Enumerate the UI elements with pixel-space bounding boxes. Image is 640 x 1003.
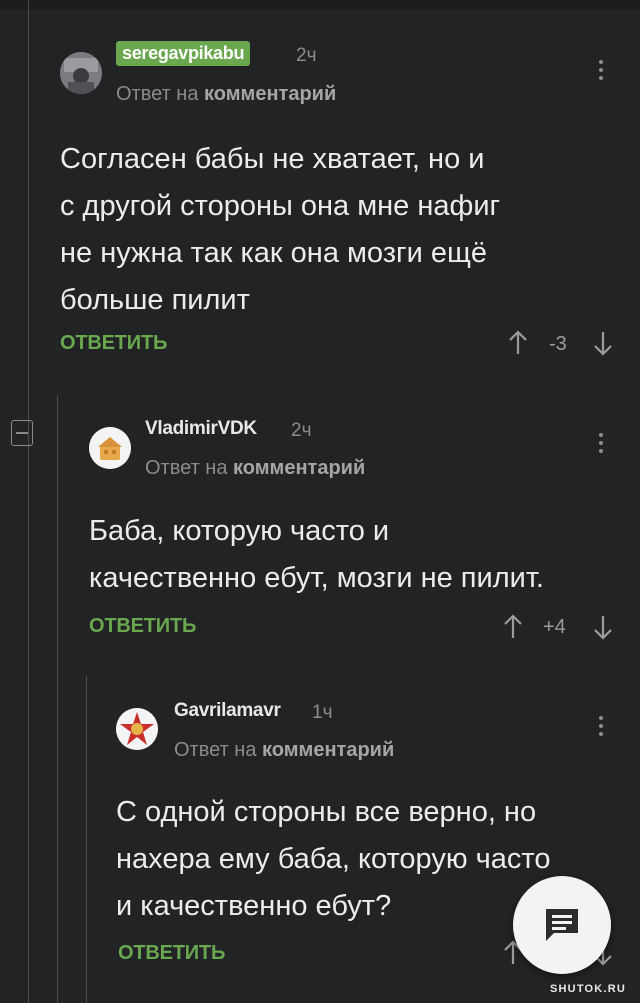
reply-to-link[interactable]: Ответ на комментарий [116, 83, 336, 106]
timestamp: 2ч [291, 420, 312, 441]
thread-line-level-1 [57, 395, 58, 1003]
comment-line: нахера ему баба, которую часто [116, 843, 551, 875]
arrow-up-icon[interactable] [503, 614, 523, 640]
timestamp: 2ч [296, 45, 317, 66]
arrow-up-icon[interactable] [508, 330, 528, 356]
reply-to-target[interactable]: комментарий [262, 739, 394, 761]
reply-to-link[interactable]: Ответ на комментарий [174, 739, 394, 762]
avatar-image [60, 52, 102, 94]
reply-to-prefix: Ответ на [145, 457, 228, 479]
reply-to-prefix: Ответ на [116, 83, 199, 105]
rating: +4 [543, 616, 566, 638]
comment-body: Баба, которую часто и качественно ебут, … [89, 508, 544, 602]
reply-button[interactable]: ОТВЕТИТЬ [60, 332, 167, 355]
thread-line-level-2 [86, 676, 87, 1003]
username[interactable]: VladimirVDK [145, 418, 257, 440]
watermark: SHUTOK.RU [550, 983, 626, 995]
reply-to-prefix: Ответ на [174, 739, 257, 761]
rating: -3 [549, 333, 567, 355]
avatar[interactable] [116, 708, 158, 750]
comment-body: Согласен бабы не хватает, но и с другой … [60, 136, 500, 324]
comment-line: больше пилит [60, 284, 250, 316]
comment-line: С одной стороны все верно, но [116, 796, 537, 828]
top-divider [0, 0, 640, 10]
comment-line: качественно ебут, мозги не пилит. [89, 562, 544, 594]
thread-line-level-0 [28, 0, 29, 1003]
comment-line: с другой стороны она мне нафиг [60, 190, 501, 222]
comment-fab-button[interactable] [513, 876, 611, 974]
reply-to-link[interactable]: Ответ на комментарий [145, 457, 365, 480]
comment-line: Баба, которую часто и [89, 515, 390, 547]
reply-to-target[interactable]: комментарий [233, 457, 365, 479]
more-vertical-icon[interactable] [598, 433, 604, 457]
avatar[interactable] [89, 427, 131, 469]
more-vertical-icon[interactable] [598, 60, 604, 84]
reply-to-target[interactable]: комментарий [204, 83, 336, 105]
timestamp: 1ч [312, 702, 333, 723]
avatar-image [89, 427, 131, 469]
chat-bubble-icon [546, 909, 578, 941]
arrow-down-icon[interactable] [593, 614, 613, 640]
comment-line: не нужна так как она мозги ещё [60, 237, 487, 269]
reply-button[interactable]: ОТВЕТИТЬ [89, 615, 196, 638]
minus-square-icon[interactable] [11, 420, 33, 446]
username[interactable]: Gavrilamavr [174, 700, 281, 722]
comment-body: С одной стороны все верно, но нахера ему… [116, 789, 551, 930]
avatar[interactable] [60, 52, 102, 94]
comment-line: и качественно ебут? [116, 890, 392, 922]
avatar-image [116, 708, 158, 750]
reply-button[interactable]: ОТВЕТИТЬ [118, 942, 225, 965]
more-vertical-icon[interactable] [598, 716, 604, 740]
comment-line: Согласен бабы не хватает, но и [60, 143, 485, 175]
username[interactable]: seregavpikabu [116, 41, 251, 66]
arrow-down-icon[interactable] [593, 330, 613, 356]
